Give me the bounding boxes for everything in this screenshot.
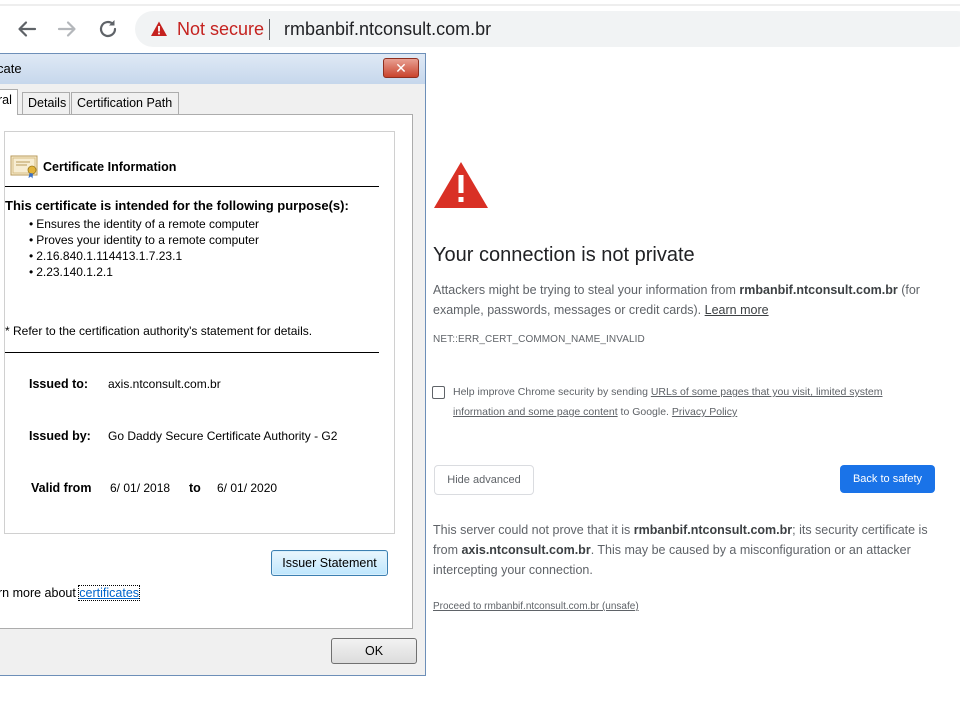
list-item: Proves your identity to a remote compute… [29, 232, 259, 248]
dialog-title: cate [0, 61, 22, 76]
intro-paragraph: Attackers might be trying to steal your … [433, 280, 933, 320]
dialog-titlebar[interactable]: cate ✕ [0, 54, 425, 84]
tab-details[interactable]: Details [22, 92, 70, 114]
list-item: 2.23.140.1.2.1 [29, 264, 259, 280]
issued-to-label: Issued to: [29, 377, 89, 391]
privacy-error-page: Your connection is not private Attackers… [426, 56, 960, 704]
address-bar[interactable]: Not secure rmbanbif.ntconsult.com.br [135, 11, 960, 47]
details-issuer-domain: axis.ntconsult.com.br [461, 543, 591, 557]
reload-button[interactable] [95, 16, 121, 42]
back-to-safety-button[interactable]: Back to safety [840, 465, 935, 493]
safebrowsing-text-prefix: Help improve Chrome security by sending [453, 386, 651, 398]
error-code: NET::ERR_CERT_COMMON_NAME_INVALID [433, 334, 645, 345]
close-button[interactable]: ✕ [383, 58, 419, 78]
url-text[interactable]: rmbanbif.ntconsult.com.br [284, 19, 491, 40]
proceed-unsafe-link[interactable]: Proceed to rmbanbif.ntconsult.com.br (un… [433, 601, 639, 612]
certificate-icon [10, 153, 40, 179]
valid-from-label: Valid from [31, 481, 92, 495]
privacy-policy-link[interactable]: Privacy Policy [672, 406, 737, 418]
tab-general[interactable]: ral [0, 89, 18, 115]
divider [5, 186, 379, 187]
hide-advanced-button[interactable]: Hide advanced [434, 465, 534, 495]
issued-by-label: Issued by: [29, 429, 91, 443]
learn-more-text: rn more about certificates [0, 585, 141, 601]
valid-to-value: 6/ 01/ 2020 [217, 481, 278, 495]
list-item: 2.16.840.1.114413.1.7.23.1 [29, 248, 259, 264]
general-tab-panel: Certificate Information This certificate… [0, 114, 413, 629]
back-button[interactable] [14, 16, 40, 42]
browser-toolbar: Not secure rmbanbif.ntconsult.com.br [0, 0, 960, 56]
refer-note: * Refer to the certification authority's… [5, 324, 313, 338]
details-domain: rmbanbif.ntconsult.com.br [633, 523, 793, 537]
learn-more-link[interactable]: Learn more [705, 303, 769, 317]
valid-from-value: 6/ 01/ 2018 [110, 481, 171, 495]
details-paragraph: This server could not prove that it is r… [433, 520, 933, 580]
safebrowsing-text-middle: to Google. [617, 406, 672, 418]
purpose-heading: This certificate is intended for the fol… [5, 198, 349, 213]
warning-triangle-icon[interactable] [150, 20, 168, 38]
certificate-info-box: Certificate Information This certificate… [4, 131, 395, 534]
purpose-list: Ensures the identity of a remote compute… [29, 216, 259, 280]
forward-button[interactable] [54, 16, 80, 42]
tab-certification-path[interactable]: Certification Path [71, 92, 179, 114]
certificates-link[interactable]: certificates [78, 585, 141, 601]
valid-to-label: to [189, 481, 201, 495]
issued-by-value: Go Daddy Secure Certificate Authority - … [108, 429, 338, 443]
safebrowsing-text: Help improve Chrome security by sending … [453, 382, 933, 422]
ok-button[interactable]: OK [331, 638, 417, 664]
certificate-info-title: Certificate Information [43, 160, 177, 174]
details-text: This server could not prove that it is [433, 523, 634, 537]
list-item: Ensures the identity of a remote compute… [29, 216, 259, 232]
issued-to-value: axis.ntconsult.com.br [108, 377, 221, 391]
reload-icon [99, 20, 117, 38]
security-status-label[interactable]: Not secure [177, 19, 264, 40]
omnibox-divider [269, 19, 270, 40]
warning-triangle-icon [433, 160, 489, 210]
certificate-dialog: cate ✕ ral Details Certification Path Ce… [0, 53, 426, 676]
intro-domain: rmbanbif.ntconsult.com.br [739, 283, 898, 297]
safebrowsing-checkbox[interactable] [432, 386, 445, 399]
issuer-statement-button[interactable]: Issuer Statement [271, 550, 388, 576]
tab-strip-edge [0, 4, 960, 6]
forward-arrow-icon [57, 21, 76, 37]
page-title: Your connection is not private [433, 244, 695, 266]
close-icon: ✕ [395, 60, 407, 76]
intro-text: Attackers might be trying to steal your … [433, 283, 740, 297]
divider [5, 352, 379, 353]
learn-more-prefix: rn more about [0, 586, 80, 600]
back-arrow-icon [18, 21, 37, 37]
